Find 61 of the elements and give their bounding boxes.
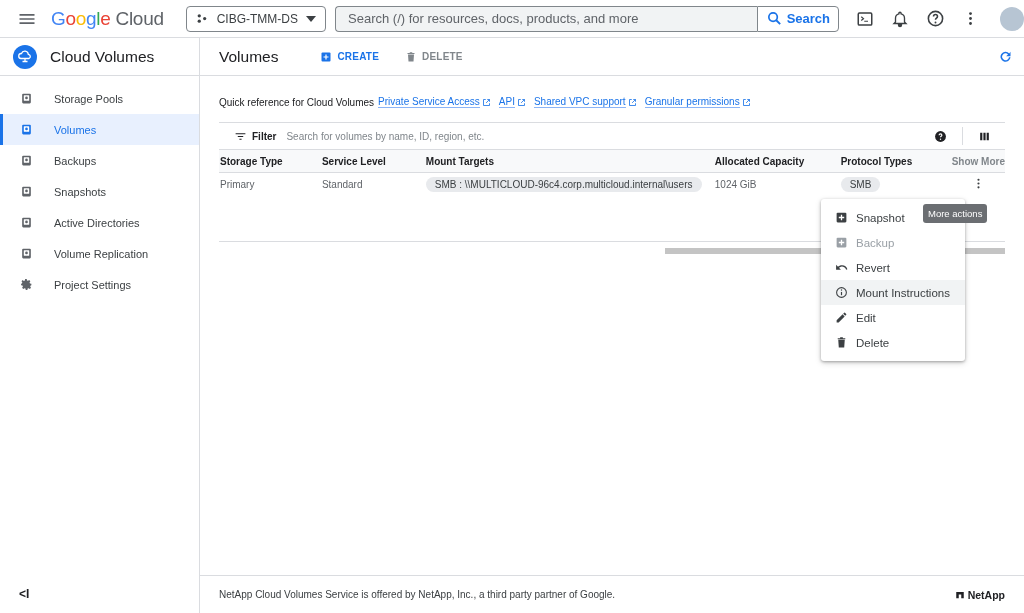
external-link-icon	[481, 97, 491, 107]
table-cell: Primary	[219, 172, 321, 195]
caret-icon	[306, 13, 316, 24]
terminal-icon[interactable]	[856, 9, 874, 28]
sidebar-item[interactable]: Backups	[0, 145, 199, 176]
chip: SMB	[840, 176, 881, 192]
menu-item[interactable]: Mount Instructions	[821, 280, 965, 305]
project-icon	[195, 12, 209, 25]
refresh-icon[interactable]	[998, 49, 1013, 64]
plus-icon	[835, 211, 848, 224]
info-icon	[835, 286, 848, 299]
sidebar-item[interactable]: Snapshots	[0, 176, 199, 207]
show-more-button[interactable]: Show More	[950, 149, 1005, 173]
pencil-icon	[835, 311, 848, 324]
column-header: Service Level	[320, 149, 425, 173]
help-icon[interactable]	[934, 129, 947, 143]
column-header: Protocol Types	[839, 149, 951, 173]
column-header: Storage Type	[219, 149, 321, 173]
column-header: Mount Targets	[424, 149, 714, 173]
quick-reference-label: Quick reference for Cloud Volumes	[219, 96, 375, 108]
sidebar-item[interactable]: Storage Pools	[0, 83, 199, 114]
menu-item[interactable]: Delete	[821, 330, 965, 355]
table-cell: Standard	[320, 172, 425, 195]
chip: SMB : \\MULTICLOUD-96c4.corp.multicloud.internal\users	[425, 176, 702, 192]
google-cloud-logo[interactable]: Google Cloud	[51, 7, 164, 30]
netapp-logo: NetApp	[954, 588, 1005, 601]
page-title: Volumes	[219, 47, 279, 66]
footer-text: NetApp Cloud Volumes Service is offered by NetApp, Inc., a third party partner of Google.	[219, 589, 616, 600]
external-link-icon	[627, 97, 637, 107]
cloud-volumes-logo-icon	[13, 44, 37, 69]
help-icon[interactable]	[926, 9, 945, 28]
external-link-icon	[741, 97, 751, 107]
doc-link[interactable]: Private Service Access	[378, 96, 480, 108]
plus-icon	[835, 236, 848, 249]
column-header: Allocated Capacity	[713, 149, 840, 173]
menu-item[interactable]: Revert	[821, 255, 965, 280]
doc-link[interactable]: API	[498, 96, 515, 108]
search-button[interactable]: Search	[756, 5, 839, 32]
external-link-icon	[516, 97, 526, 107]
create-button[interactable]: CREATE	[320, 50, 380, 63]
search-icon	[765, 10, 783, 27]
doc-link[interactable]: Shared VPC support	[533, 96, 626, 108]
gear-icon	[20, 278, 33, 291]
search-field[interactable]: Search (/) for resources, docs, products, and more	[335, 5, 757, 32]
plus-icon	[320, 50, 333, 63]
trash-icon	[405, 50, 418, 63]
doc-link[interactable]: Granular permissions	[644, 96, 740, 108]
table-cell: 1024 GiB	[713, 172, 840, 195]
tooltip: More actions	[923, 204, 988, 223]
collapse-sidebar-button[interactable]: <I	[19, 587, 199, 601]
sidebar-item[interactable]: Volume Replication	[0, 238, 199, 269]
bell-icon[interactable]	[891, 9, 909, 28]
project-picker[interactable]: CIBG-TMM-DS	[185, 5, 326, 32]
trash-icon	[835, 336, 848, 349]
sidebar-item[interactable]: Project Settings	[0, 269, 199, 300]
netapp-mark-icon	[954, 589, 965, 600]
sidebar-item[interactable]: Volumes	[0, 114, 199, 145]
sidebar-item[interactable]: Active Directories	[0, 207, 199, 238]
menu-item[interactable]: Edit	[821, 305, 965, 330]
product-title: Cloud Volumes	[50, 47, 155, 66]
filter-button[interactable]: Filter	[234, 129, 277, 143]
